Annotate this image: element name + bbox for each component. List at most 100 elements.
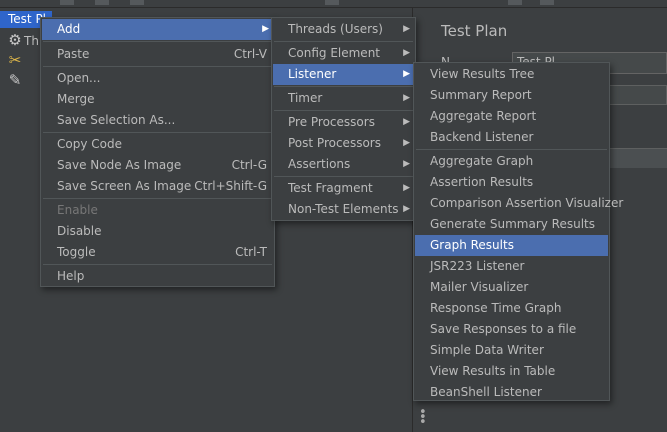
- submenu-item-test-fragment[interactable]: Test Fragment ▶: [273, 178, 414, 199]
- menu-item-label: Save Screen As Image: [57, 179, 192, 193]
- listener-comparison-assertion-visualizer[interactable]: Comparison Assertion Visualizer: [415, 193, 623, 214]
- listener-view-results-in-table[interactable]: View Results in Table: [415, 361, 608, 382]
- listener-beanshell-listener[interactable]: BeanShell Listener: [415, 382, 608, 403]
- submenu-item-non-test-elements[interactable]: Non-Test Elements ▶: [273, 199, 414, 220]
- menu-item-label: Enable: [57, 203, 98, 217]
- menu-item-label: Test Fragment: [288, 181, 373, 195]
- menu-item-label: Merge: [57, 92, 95, 106]
- panel-title: Test Plan: [441, 22, 508, 40]
- listener-save-responses-to-file[interactable]: Save Responses to a file: [415, 319, 608, 340]
- submenu-item-pre-processors[interactable]: Pre Processors ▶: [273, 112, 414, 133]
- menu-separator: [43, 66, 272, 67]
- menu-item-open[interactable]: Open...: [42, 68, 273, 89]
- submenu-arrow-icon: ▶: [262, 24, 269, 34]
- menu-separator: [43, 264, 272, 265]
- listener-simple-data-writer[interactable]: Simple Data Writer: [415, 340, 608, 361]
- toolbar-button[interactable]: [60, 0, 74, 5]
- menu-item-label: Config Element: [288, 46, 380, 60]
- submenu-arrow-icon: ▶: [403, 93, 410, 103]
- menu-item-label: Timer: [288, 91, 323, 105]
- submenu-item-assertions[interactable]: Assertions ▶: [273, 154, 414, 175]
- menu-item-label: Save Node As Image: [57, 158, 182, 172]
- menu-item-toggle[interactable]: Toggle Ctrl-T: [42, 242, 273, 263]
- submenu-arrow-icon: ▶: [403, 204, 410, 214]
- menu-item-merge[interactable]: Merge: [42, 89, 273, 110]
- listener-aggregate-report[interactable]: Aggregate Report: [415, 106, 608, 127]
- menu-item-label: Threads (Users): [288, 22, 383, 36]
- submenu-item-listener[interactable]: Listener ▶: [273, 64, 414, 85]
- submenu-arrow-icon: ▶: [403, 138, 410, 148]
- shortcut-label: Ctrl-V: [233, 47, 267, 61]
- menu-item-help[interactable]: Help: [42, 266, 273, 287]
- listener-graph-results[interactable]: Graph Results: [415, 235, 608, 256]
- toolbar-button[interactable]: [130, 0, 144, 5]
- tools-icon: ✂: [8, 51, 22, 69]
- menu-item-paste[interactable]: Paste Ctrl-V: [42, 44, 273, 65]
- submenu-item-timer[interactable]: Timer ▶: [273, 88, 414, 109]
- menu-separator: [43, 198, 272, 199]
- gear-icon: ⚙: [8, 31, 22, 49]
- menu-item-label: Pre Processors: [288, 115, 375, 129]
- tree-node-listener[interactable]: ✎: [6, 70, 24, 90]
- menu-item-label: Open...: [57, 71, 101, 85]
- shortcut-label: Ctrl-G: [231, 158, 267, 172]
- menu-item-label: Copy Code: [57, 137, 122, 151]
- menu-separator: [416, 149, 607, 150]
- submenu-arrow-icon: ▶: [403, 24, 410, 34]
- menu-item-add[interactable]: Add ▶: [42, 19, 273, 40]
- tree-node-sampler[interactable]: ✂: [6, 50, 24, 70]
- submenu-arrow-icon: ▶: [403, 69, 410, 79]
- menu-item-save-selection-as[interactable]: Save Selection As...: [42, 110, 273, 131]
- toolbar: [0, 0, 667, 8]
- submenu-arrow-icon: ▶: [403, 183, 410, 193]
- menu-item-label: Paste: [57, 47, 90, 61]
- menu-item-save-screen-as-image[interactable]: Save Screen As Image Ctrl+Shift-G: [42, 176, 273, 197]
- listener-summary-report[interactable]: Summary Report: [415, 85, 608, 106]
- toolbar-button[interactable]: [95, 0, 109, 5]
- menu-item-label: Save Selection As...: [57, 113, 176, 127]
- submenu-item-post-processors[interactable]: Post Processors ▶: [273, 133, 414, 154]
- menu-separator: [274, 176, 413, 177]
- menu-item-label: Listener: [288, 67, 337, 81]
- listener-response-time-graph[interactable]: Response Time Graph: [415, 298, 608, 319]
- pipette-icon: ✎: [8, 71, 22, 89]
- menu-item-label: Assertions: [288, 157, 351, 171]
- menu-separator: [43, 41, 272, 42]
- submenu-arrow-icon: ▶: [403, 48, 410, 58]
- tree-node-label: Th: [24, 34, 39, 48]
- menu-item-label: Non-Test Elements: [288, 202, 399, 216]
- submenu-item-threads-users[interactable]: Threads (Users) ▶: [273, 19, 414, 40]
- shortcut-label: Ctrl+Shift-G: [194, 179, 267, 193]
- menu-separator: [274, 110, 413, 111]
- menu-separator: [274, 41, 413, 42]
- menu-item-disable[interactable]: Disable: [42, 221, 273, 242]
- submenu-arrow-icon: ▶: [403, 117, 410, 127]
- listener-backend-listener[interactable]: Backend Listener: [415, 127, 608, 148]
- toolbar-button[interactable]: [540, 0, 554, 5]
- toolbar-button[interactable]: [508, 0, 522, 5]
- listener-jsr223-listener[interactable]: JSR223 Listener: [415, 256, 608, 277]
- submenu-item-config-element[interactable]: Config Element ▶: [273, 43, 414, 64]
- add-submenu: Threads (Users) ▶ Config Element ▶ Liste…: [271, 17, 416, 221]
- menu-item-label: Disable: [57, 224, 102, 238]
- menu-item-label: Add: [57, 22, 81, 36]
- listener-view-results-tree[interactable]: View Results Tree: [415, 64, 608, 85]
- menu-item-label: Toggle: [57, 245, 96, 259]
- listener-mailer-visualizer[interactable]: Mailer Visualizer: [415, 277, 608, 298]
- toolbar-button[interactable]: [325, 0, 339, 5]
- splitter-grip-icon[interactable]: • • •: [419, 406, 427, 429]
- listener-aggregate-graph[interactable]: Aggregate Graph: [415, 151, 608, 172]
- menu-separator: [274, 86, 413, 87]
- tree-node-thread-group[interactable]: ⚙ Th: [6, 30, 39, 50]
- submenu-arrow-icon: ▶: [403, 159, 410, 169]
- menu-item-label: Help: [57, 269, 85, 283]
- menu-item-copy-code[interactable]: Copy Code: [42, 134, 273, 155]
- menu-item-save-node-as-image[interactable]: Save Node As Image Ctrl-G: [42, 155, 273, 176]
- menu-separator: [43, 132, 272, 133]
- listener-generate-summary-results[interactable]: Generate Summary Results: [415, 214, 608, 235]
- menu-item-enable: Enable: [42, 200, 273, 221]
- listener-assertion-results[interactable]: Assertion Results: [415, 172, 608, 193]
- context-menu: Add ▶ Paste Ctrl-V Open... Merge Save Se…: [40, 17, 275, 287]
- shortcut-label: Ctrl-T: [235, 245, 267, 259]
- listener-submenu: View Results Tree Summary Report Aggrega…: [413, 62, 623, 403]
